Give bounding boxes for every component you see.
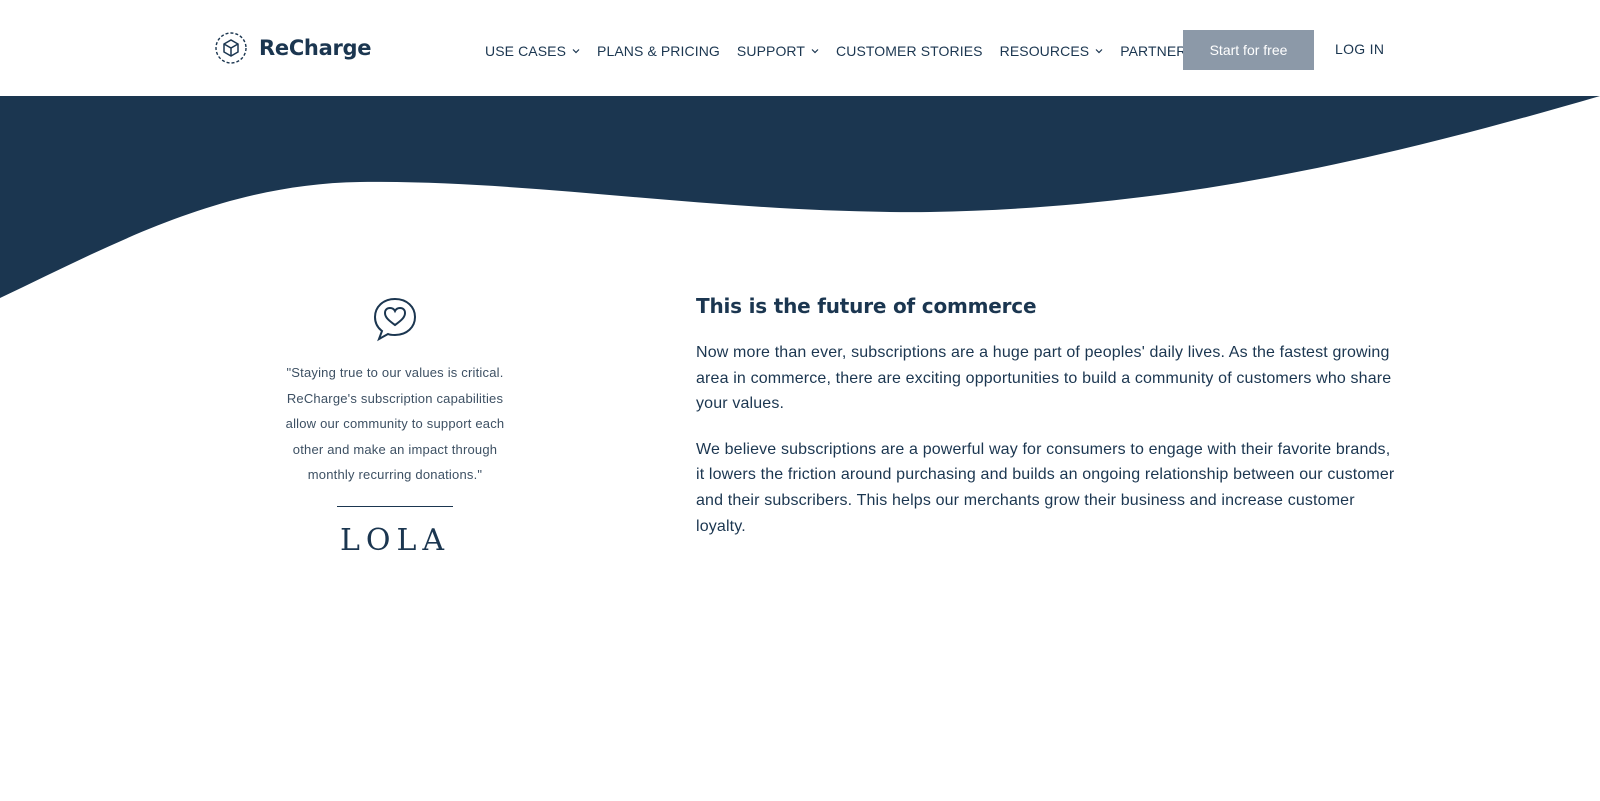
heart-speech-bubble-icon xyxy=(373,297,417,342)
body-paragraph: Now more than ever, subscriptions are a … xyxy=(696,344,1392,413)
nav-label: PLANS & PRICING xyxy=(597,43,720,59)
nav-label: RESOURCES xyxy=(999,43,1090,59)
hero-wave xyxy=(0,96,1600,298)
chevron-down-icon xyxy=(1095,49,1103,54)
brand-name: ReCharge xyxy=(259,36,372,60)
chevron-down-icon xyxy=(572,49,580,54)
recharge-logo-icon xyxy=(215,32,247,64)
recharge-logo[interactable]: ReCharge xyxy=(213,28,371,68)
nav-label: USE CASES xyxy=(485,43,567,59)
body-paragraph: We believe subscriptions are a powerful … xyxy=(696,440,1395,535)
nav-support[interactable]: SUPPORT xyxy=(737,43,819,59)
nav-plans-pricing[interactable]: PLANS & PRICING xyxy=(597,43,720,59)
site-header: ReCharge USE CASES PLANS & PRICING SUPPO… xyxy=(0,0,1600,96)
nav-customer-stories[interactable]: CUSTOMER STORIES xyxy=(836,43,983,59)
nav-label: CUSTOMER STORIES xyxy=(836,43,983,59)
testimonial-divider xyxy=(337,505,453,507)
nav-label: SUPPORT xyxy=(736,43,806,59)
lola-logo: LOLA xyxy=(339,522,451,558)
testimonial-quote: "Staying true to our values is critical.… xyxy=(285,365,505,482)
main-nav: USE CASES PLANS & PRICING SUPPORT CUSTOM… xyxy=(485,39,1227,63)
testimonial-card: "Staying true to our values is critical.… xyxy=(270,296,520,558)
chevron-down-icon xyxy=(811,49,819,54)
nav-resources[interactable]: RESOURCES xyxy=(1000,43,1104,59)
section-title: This is the future of commerce xyxy=(696,294,1037,318)
main-content: This is the future of commerce Now more … xyxy=(696,294,1396,539)
login-link[interactable]: LOG IN xyxy=(1335,41,1384,57)
nav-use-cases[interactable]: USE CASES xyxy=(485,43,580,59)
start-for-free-button[interactable]: Start for free xyxy=(1183,30,1314,70)
